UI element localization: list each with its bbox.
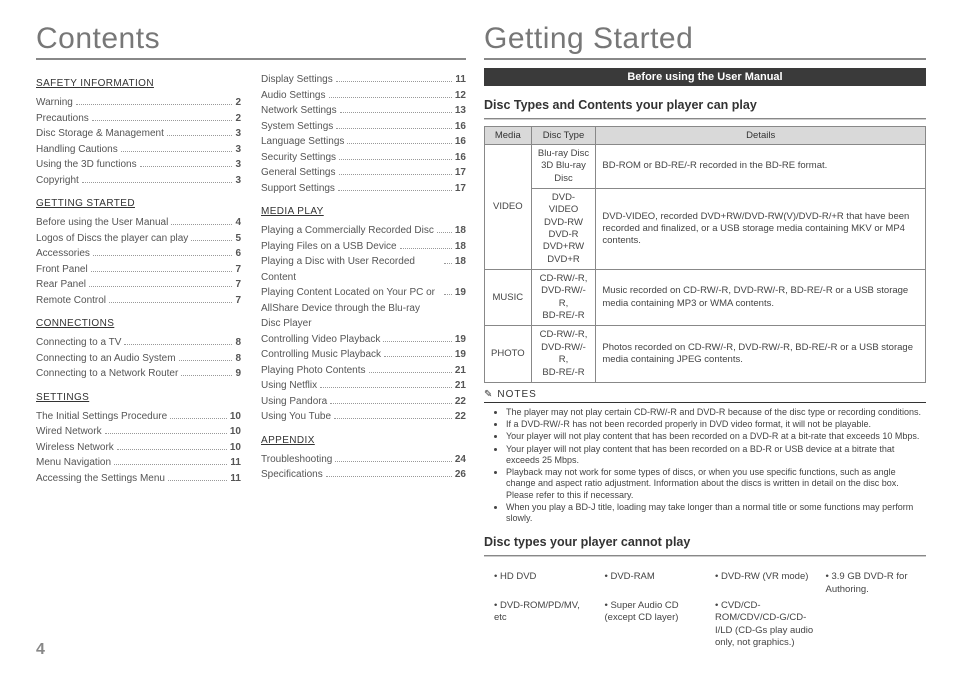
toc-entry[interactable]: Warning2 — [36, 95, 241, 111]
toc-entry[interactable]: Accessing the Settings Menu11 — [36, 471, 241, 487]
before-using-banner: Before using the User Manual — [484, 68, 926, 86]
cannot-play-heading: Disc types your player cannot play — [484, 535, 926, 549]
toc-entry[interactable]: Disc Storage & Management3 — [36, 126, 241, 142]
toc-entry[interactable]: Handling Cautions3 — [36, 142, 241, 158]
toc-section-head: CONNECTIONS — [36, 318, 241, 329]
getting-started-column: Getting Started Before using the User Ma… — [484, 22, 926, 663]
note-item: When you play a BD-J title, loading may … — [506, 502, 926, 525]
toc-entry[interactable]: Connecting to a Network Router9 — [36, 366, 241, 382]
note-item: Your player will not play content that h… — [506, 431, 926, 442]
disc-types-table: MediaDisc TypeDetails VIDEOBlu-ray Disc … — [484, 126, 926, 383]
cannot-play-item: DVD-ROM/PD/MV, etc — [494, 600, 595, 649]
toc-entry[interactable]: Playing a Disc with User Recorded Conten… — [261, 254, 466, 285]
toc-entry[interactable]: Playing Photo Contents21 — [261, 363, 466, 379]
toc-entry[interactable]: Connecting to an Audio System8 — [36, 351, 241, 367]
cannot-play-list: HD DVD DVD-RAM DVD-RW (VR mode) 3.9 GB DVD-… — [484, 571, 926, 649]
toc-entry[interactable]: Wired Network10 — [36, 424, 241, 440]
toc-entry[interactable]: Using the 3D functions3 — [36, 157, 241, 173]
note-item: Playback may not work for some types of … — [506, 467, 926, 501]
note-item: If a DVD-RW/-R has not been recorded pro… — [506, 419, 926, 430]
toc-entry[interactable]: Specifications26 — [261, 467, 466, 483]
toc-entry[interactable]: Using Pandora22 — [261, 394, 466, 410]
toc-entry[interactable]: Accessories6 — [36, 246, 241, 262]
toc-entry[interactable]: Using You Tube22 — [261, 409, 466, 425]
toc-entry[interactable]: Support Settings17 — [261, 181, 466, 197]
toc-entry[interactable]: Audio Settings12 — [261, 88, 466, 104]
toc-entry[interactable]: System Settings16 — [261, 119, 466, 135]
toc-entry[interactable]: Rear Panel7 — [36, 277, 241, 293]
getting-started-title: Getting Started — [484, 22, 926, 60]
toc-entry[interactable]: Network Settings13 — [261, 103, 466, 119]
toc-entry[interactable]: Troubleshooting24 — [261, 452, 466, 468]
note-item: The player may not play certain CD-RW/-R… — [506, 407, 926, 418]
toc-entry[interactable]: Controlling Video Playback19 — [261, 332, 466, 348]
toc-entry[interactable]: Before using the User Manual4 — [36, 215, 241, 231]
cannot-play-item: CVD/CD-ROM/CDV/CD-G/CD-I/LD (CD-Gs play … — [715, 600, 816, 649]
toc-section-head: APPENDIX — [261, 435, 466, 446]
cannot-play-item: DVD-RAM — [605, 571, 706, 596]
cannot-play-item: Super Audio CD (except CD layer) — [605, 600, 706, 649]
toc-section-head: GETTING STARTED — [36, 198, 241, 209]
page-number: 4 — [36, 641, 45, 659]
notes-heading: ✎NOTES — [484, 389, 926, 403]
toc-entry[interactable]: Language Settings16 — [261, 134, 466, 150]
toc-section-head: SAFETY INFORMATION — [36, 78, 241, 89]
toc-entry[interactable]: Menu Navigation11 — [36, 455, 241, 471]
contents-column: Contents SAFETY INFORMATION Warning2Preca… — [36, 22, 466, 663]
note-item: Your player will not play content that h… — [506, 444, 926, 467]
cannot-play-item: HD DVD — [494, 571, 595, 596]
toc-column-1: SAFETY INFORMATION Warning2Precautions2Di… — [36, 68, 241, 663]
notes-list: The player may not play certain CD-RW/-R… — [484, 407, 926, 526]
disc-types-heading: Disc Types and Contents your player can … — [484, 98, 926, 112]
contents-title: Contents — [36, 22, 466, 60]
pencil-icon: ✎ — [484, 389, 493, 400]
toc-entry[interactable]: Playing a Commercially Recorded Disc18 — [261, 223, 466, 239]
toc-entry[interactable]: Security Settings16 — [261, 150, 466, 166]
toc-entry[interactable]: Connecting to a TV8 — [36, 335, 241, 351]
toc-entry[interactable]: Controlling Music Playback19 — [261, 347, 466, 363]
toc-section-head: MEDIA PLAY — [261, 206, 466, 217]
toc-entry[interactable]: The Initial Settings Procedure10 — [36, 409, 241, 425]
toc-entry[interactable]: Playing Files on a USB Device18 — [261, 239, 466, 255]
toc-entry[interactable]: Copyright3 — [36, 173, 241, 189]
toc-entry[interactable]: General Settings17 — [261, 165, 466, 181]
cannot-play-item: 3.9 GB DVD-R for Authoring. — [826, 571, 927, 596]
toc-entry[interactable]: Using Netflix21 — [261, 378, 466, 394]
toc-entry[interactable]: Remote Control7 — [36, 293, 241, 309]
cannot-play-item: DVD-RW (VR mode) — [715, 571, 816, 596]
toc-entry[interactable]: Precautions2 — [36, 111, 241, 127]
toc-column-2: Display Settings11Audio Settings12Networ… — [261, 68, 466, 663]
toc-section-head: SETTINGS — [36, 392, 241, 403]
toc-entry[interactable]: Logos of Discs the player can play5 — [36, 231, 241, 247]
toc-entry[interactable]: Display Settings11 — [261, 72, 466, 88]
toc-entry[interactable]: Front Panel7 — [36, 262, 241, 278]
toc-entry[interactable]: Wireless Network10 — [36, 440, 241, 456]
toc-entry[interactable]: Playing Content Located on Your PC or Al… — [261, 285, 466, 332]
